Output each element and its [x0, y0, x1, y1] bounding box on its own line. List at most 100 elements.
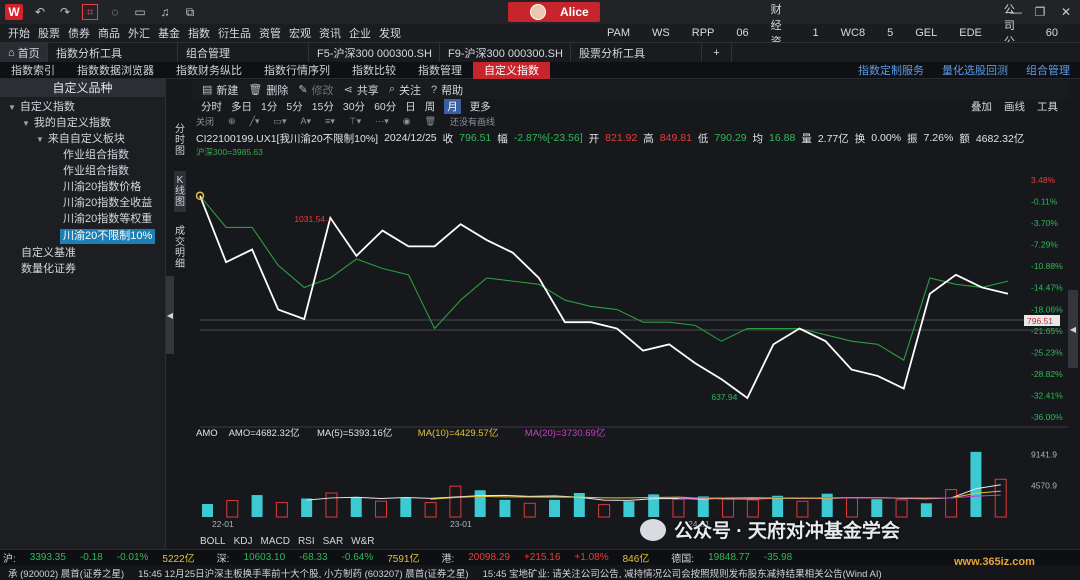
menu-item[interactable]: 商品	[98, 25, 120, 41]
bell-icon[interactable]: ♫	[157, 4, 173, 20]
ruler-tool-icon[interactable]: ⊤▾	[349, 116, 361, 127]
user-badge[interactable]: Alice	[508, 2, 600, 22]
tab-f9[interactable]: F9-沪深300 000300.SH	[440, 42, 571, 63]
news-item[interactable]: 15:45 12月25日沪深主板换手率前十大个股, 小方制药 (603207) …	[138, 566, 468, 580]
tree-node-quant[interactable]: 数量化证券	[21, 262, 76, 277]
fib-tool-icon[interactable]: ⋯▾	[375, 116, 389, 127]
crosshair-icon[interactable]: ⊕	[228, 116, 236, 127]
tree-leaf[interactable]: 作业组合指数	[63, 148, 129, 163]
vtab-trades[interactable]: 成交明细	[174, 222, 186, 274]
menu-item[interactable]: 资讯	[319, 25, 341, 41]
period-option[interactable]: 周	[425, 99, 436, 114]
indicator-tab[interactable]: MACD	[260, 536, 289, 547]
tree-leaf-selected[interactable]: 川渝20不限制10%	[60, 229, 156, 244]
tools-button[interactable]: 工具	[1037, 99, 1058, 114]
shortcut-item[interactable]: 06	[736, 27, 748, 39]
collapse-sidebar-handle[interactable]: ◀	[166, 276, 174, 354]
menu-item[interactable]: 宏观	[289, 25, 311, 41]
tree-leaf[interactable]: 川渝20指数价格	[63, 180, 141, 195]
subtab[interactable]: 指数索引	[0, 62, 66, 79]
indicator-tab[interactable]: RSI	[298, 536, 315, 547]
news-item[interactable]: 承 (920002) 晨首(证券之星)	[8, 566, 124, 580]
channel-tool-icon[interactable]: ≡▾	[325, 116, 335, 127]
tree-node-benchmark[interactable]: 自定义基准	[21, 246, 76, 261]
close-icon[interactable]: ✕	[1056, 2, 1076, 22]
tab-stock-tools[interactable]: 股票分析工具	[571, 42, 702, 63]
shortcut-item[interactable]: WS	[652, 27, 670, 39]
new-button[interactable]: ▤ 新建	[202, 82, 238, 98]
vtab-timeshare[interactable]: 分时图	[174, 120, 186, 161]
menu-item[interactable]: 指数	[188, 25, 210, 41]
shortcut-item[interactable]: GEL	[915, 27, 937, 39]
shortcut-item[interactable]: RPP	[692, 27, 715, 39]
overlay-button[interactable]: 叠加	[971, 99, 992, 114]
chat-icon[interactable]: ◌	[107, 4, 123, 20]
news-item[interactable]: 15:45 宝地矿业: 请关注公司公告, 减持情况公司会按照规则发布股东减持结果…	[483, 566, 882, 580]
period-option[interactable]: 5分	[286, 99, 302, 114]
indicator-tab[interactable]: W&R	[351, 536, 374, 547]
text-tool-icon[interactable]: A▾	[301, 116, 312, 127]
shortcut-item[interactable]: WC8	[841, 27, 865, 39]
tab-index-analysis[interactable]: 指数分析工具	[48, 42, 178, 63]
tree-node-custom-index[interactable]: ▼ 自定义指数	[8, 100, 75, 115]
shortcut-item[interactable]: PAM	[607, 27, 630, 39]
period-option[interactable]: 60分	[374, 99, 396, 114]
subtab[interactable]: 指数管理	[407, 62, 473, 79]
menu-item[interactable]: 股票	[38, 25, 60, 41]
line-tool-icon[interactable]: ╱▾	[250, 116, 260, 127]
shortcut-item[interactable]: 60	[1046, 27, 1058, 39]
period-option-month[interactable]: 月	[444, 99, 461, 114]
index-custom-service-link[interactable]: 指数定制服务	[858, 62, 924, 78]
subtab[interactable]: 指数数据浏览器	[66, 62, 165, 79]
menu-item[interactable]: 开始	[8, 25, 30, 41]
period-option[interactable]: 15分	[312, 99, 334, 114]
quant-backtest-link[interactable]: 量化选股回测	[942, 62, 1008, 78]
tab-f5[interactable]: F5-沪深300 000300.SH	[309, 42, 440, 63]
tree-node-from-sector[interactable]: ▼ 来自自定义板块	[36, 132, 125, 147]
undo-icon[interactable]: ↶	[32, 4, 48, 20]
period-option[interactable]: 1分	[261, 99, 277, 114]
shortcut-item[interactable]: 1	[813, 27, 819, 39]
menu-item[interactable]: 衍生品	[218, 25, 251, 41]
new-tab-button[interactable]: +	[702, 42, 732, 63]
crop-icon[interactable]: ⌗	[82, 4, 98, 20]
tree-leaf[interactable]: 川渝20指数全收益	[63, 196, 152, 211]
menu-item[interactable]: 外汇	[128, 25, 150, 41]
edit-button[interactable]: ✎ 修改	[298, 82, 333, 98]
indicator-tab[interactable]: SAR	[323, 536, 344, 547]
period-option[interactable]: 多日	[231, 99, 252, 114]
menu-item[interactable]: 资管	[259, 25, 281, 41]
vtab-kline[interactable]: K线图	[174, 171, 186, 212]
tab-home[interactable]: ⌂ 首页	[0, 42, 48, 63]
indicator-tab[interactable]: BOLL	[200, 536, 226, 547]
tv-icon[interactable]: ▭	[132, 4, 148, 20]
index-chart[interactable]: 3.48% -0.11% -3.70% -7.29% -10.88% -14.47% -18…	[192, 155, 1068, 545]
tree-leaf[interactable]: 作业组合指数	[63, 164, 129, 179]
menu-item[interactable]: 发现	[379, 25, 401, 41]
menu-item[interactable]: 基金	[158, 25, 180, 41]
subtab[interactable]: 指数财务纵比	[165, 62, 253, 79]
window-icon[interactable]: ⧉	[182, 4, 198, 20]
visibility-icon[interactable]: ◉	[403, 116, 411, 127]
period-option[interactable]: 30分	[343, 99, 365, 114]
period-more[interactable]: 更多	[470, 99, 491, 114]
menu-item[interactable]: 债券	[68, 25, 90, 41]
subtab[interactable]: 指数比较	[341, 62, 407, 79]
period-option[interactable]: 日	[405, 99, 416, 114]
draw-line-button[interactable]: 画线	[1004, 99, 1025, 114]
tab-portfolio[interactable]: 组合管理	[178, 42, 309, 63]
tree-node-my-index[interactable]: ▼ 我的自定义指数	[22, 116, 111, 131]
shortcut-item[interactable]: EDE	[959, 27, 982, 39]
subtab[interactable]: 指数行情序列	[253, 62, 341, 79]
app-logo[interactable]: W	[5, 4, 23, 20]
redo-icon[interactable]: ↷	[57, 4, 73, 20]
tree-leaf[interactable]: 川渝20指数等权重	[63, 212, 152, 227]
collapse-right-handle[interactable]: ◀	[1068, 290, 1078, 368]
follow-button[interactable]: ⌕ 关注	[389, 82, 421, 98]
help-button[interactable]: ? 帮助	[431, 82, 463, 98]
shortcut-item[interactable]: 5	[887, 27, 893, 39]
trash-icon[interactable]: 🗑	[425, 116, 436, 127]
close-drawing-button[interactable]: 关闭	[196, 115, 214, 128]
period-option[interactable]: 分时	[201, 99, 222, 114]
subtab-custom-index[interactable]: 自定义指数	[473, 61, 550, 79]
